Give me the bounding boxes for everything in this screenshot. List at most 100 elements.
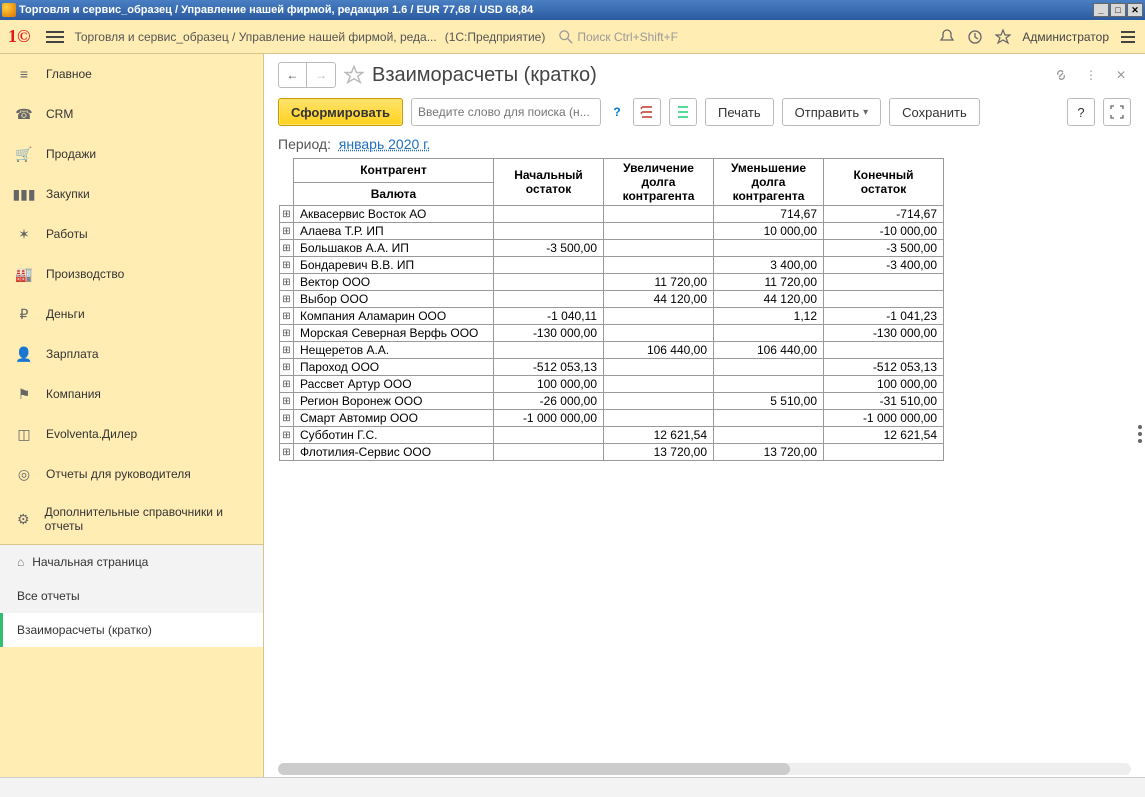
cell-start: -1 000 000,00 xyxy=(494,410,604,427)
help-button[interactable]: ? xyxy=(1067,98,1095,126)
nav-label: Главное xyxy=(46,67,92,81)
expand-icon[interactable]: ⊞ xyxy=(280,342,294,359)
search-placeholder: Поиск Ctrl+Shift+F xyxy=(577,30,678,44)
fullscreen-button[interactable] xyxy=(1103,98,1131,126)
nav-icon: 🏭 xyxy=(14,264,34,284)
sidebar-item[interactable]: ₽Деньги xyxy=(0,294,263,334)
cell-name: Алаева Т.Р. ИП xyxy=(294,223,494,240)
forward-button[interactable]: → xyxy=(307,63,335,87)
close-tab-icon[interactable]: ✕ xyxy=(1111,65,1131,85)
help-icon[interactable]: ? xyxy=(609,105,625,119)
table-row[interactable]: ⊞ Алаева Т.Р. ИП 10 000,00 -10 000,00 xyxy=(280,223,944,240)
expand-icon[interactable]: ⊞ xyxy=(280,291,294,308)
sidebar-item[interactable]: 🛒Продажи xyxy=(0,134,263,174)
back-button[interactable]: ← xyxy=(279,63,307,87)
expand-icon[interactable]: ⊞ xyxy=(280,308,294,325)
table-row[interactable]: ⊞ Пароход ООО -512 053,13 -512 053,13 xyxy=(280,359,944,376)
breadcrumb[interactable]: Торговля и сервис_образец / Управление н… xyxy=(74,30,436,44)
nav-icon: ▮▮▮ xyxy=(14,184,34,204)
sidebar-item[interactable]: ◎Отчеты для руководителя xyxy=(0,454,263,494)
sidebar-item[interactable]: 🏭Производство xyxy=(0,254,263,294)
home-icon: ⌂ xyxy=(17,555,24,569)
expand-icon[interactable]: ⊞ xyxy=(280,376,294,393)
nav-buttons: ← → xyxy=(278,62,336,88)
close-button[interactable]: ✕ xyxy=(1127,3,1143,17)
table-row[interactable]: ⊞ Нещеретов А.А. 106 440,00 106 440,00 xyxy=(280,342,944,359)
bell-icon[interactable] xyxy=(938,28,956,46)
table-row[interactable]: ⊞ Аквасервис Восток АО 714,67 -714,67 xyxy=(280,206,944,223)
cell-inc xyxy=(604,257,714,274)
sidebar-item[interactable]: 👤Зарплата xyxy=(0,334,263,374)
link-icon[interactable] xyxy=(1051,65,1071,85)
cell-dec: 11 720,00 xyxy=(714,274,824,291)
expand-icon[interactable]: ⊞ xyxy=(280,427,294,444)
table-row[interactable]: ⊞ Флотилия-Сервис ООО 13 720,00 13 720,0… xyxy=(280,444,944,461)
collapse-rows-button[interactable] xyxy=(669,98,697,126)
period-value-link[interactable]: январь 2020 г. xyxy=(339,136,431,152)
maximize-button[interactable]: □ xyxy=(1110,3,1126,17)
minimize-button[interactable]: _ xyxy=(1093,3,1109,17)
cell-name: Выбор ООО xyxy=(294,291,494,308)
expand-icon[interactable]: ⊞ xyxy=(280,393,294,410)
send-button[interactable]: Отправить xyxy=(782,98,882,126)
table-row[interactable]: ⊞ Выбор ООО 44 120,00 44 120,00 xyxy=(280,291,944,308)
expand-icon[interactable]: ⊞ xyxy=(280,325,294,342)
expand-icon[interactable]: ⊞ xyxy=(280,359,294,376)
table-row[interactable]: ⊞ Компания Аламарин ООО -1 040,11 1,12 -… xyxy=(280,308,944,325)
global-search[interactable]: Поиск Ctrl+Shift+F xyxy=(559,30,678,44)
more-icon[interactable]: ⋮ xyxy=(1081,65,1101,85)
expand-icon[interactable]: ⊞ xyxy=(280,444,294,461)
table-row[interactable]: ⊞ Регион Воронеж ООО -26 000,00 5 510,00… xyxy=(280,393,944,410)
history-icon[interactable] xyxy=(966,28,984,46)
generate-button[interactable]: Сформировать xyxy=(278,98,403,126)
col-dec: Уменьшение долга контрагента xyxy=(714,159,824,206)
sidebar-item[interactable]: ⚙Дополнительные справочники и отчеты xyxy=(0,494,263,544)
save-button[interactable]: Сохранить xyxy=(889,98,980,126)
horizontal-scrollbar[interactable] xyxy=(278,763,1131,775)
table-row[interactable]: ⊞ Большаков А.А. ИП -3 500,00 -3 500,00 xyxy=(280,240,944,257)
sub-item-all-reports[interactable]: Все отчеты xyxy=(0,579,263,613)
expand-icon[interactable]: ⊞ xyxy=(280,240,294,257)
table-row[interactable]: ⊞ Морская Северная Верфь ООО -130 000,00… xyxy=(280,325,944,342)
print-button[interactable]: Печать xyxy=(705,98,774,126)
col-currency: Валюта xyxy=(294,182,494,206)
cell-end: -3 400,00 xyxy=(824,257,944,274)
nav-icon: 👤 xyxy=(14,344,34,364)
sub-item-home[interactable]: ⌂ Начальная страница xyxy=(0,545,263,579)
sidebar-item[interactable]: ≡Главное xyxy=(0,54,263,94)
side-panel-handle[interactable] xyxy=(1135,416,1145,452)
cell-end xyxy=(824,444,944,461)
sidebar-item[interactable]: ☎CRM xyxy=(0,94,263,134)
expand-icon[interactable]: ⊞ xyxy=(280,410,294,427)
cell-inc: 12 621,54 xyxy=(604,427,714,444)
sidebar-item[interactable]: ◫Evolventa.Дилер xyxy=(0,414,263,454)
table-row[interactable]: ⊞ Вектор ООО 11 720,00 11 720,00 xyxy=(280,274,944,291)
sidebar-item[interactable]: ▮▮▮Закупки xyxy=(0,174,263,214)
window-titlebar: Торговля и сервис_образец / Управление н… xyxy=(0,0,1145,20)
expand-icon[interactable]: ⊞ xyxy=(280,257,294,274)
table-row[interactable]: ⊞ Рассвет Артур ООО 100 000,00 100 000,0… xyxy=(280,376,944,393)
cell-name: Большаков А.А. ИП xyxy=(294,240,494,257)
nav-icon: ⚑ xyxy=(14,384,34,404)
app-menu-icon[interactable] xyxy=(1119,28,1137,46)
report-search-input[interactable] xyxy=(411,98,601,126)
table-row[interactable]: ⊞ Субботин Г.С. 12 621,54 12 621,54 xyxy=(280,427,944,444)
expand-icon[interactable]: ⊞ xyxy=(280,206,294,223)
cell-end xyxy=(824,342,944,359)
expand-icon[interactable]: ⊞ xyxy=(280,223,294,240)
sidebar-item[interactable]: ✶Работы xyxy=(0,214,263,254)
sidebar-item[interactable]: ⚑Компания xyxy=(0,374,263,414)
table-row[interactable]: ⊞ Бондаревич В.В. ИП 3 400,00 -3 400,00 xyxy=(280,257,944,274)
expand-icon[interactable]: ⊞ xyxy=(280,274,294,291)
status-bar xyxy=(0,777,1145,797)
user-label[interactable]: Администратор xyxy=(1022,30,1109,44)
favorite-icon[interactable] xyxy=(344,65,364,85)
window-title: Торговля и сервис_образец / Управление н… xyxy=(19,4,1093,16)
cell-inc xyxy=(604,376,714,393)
star-icon[interactable] xyxy=(994,28,1012,46)
menu-icon[interactable] xyxy=(46,28,64,46)
expand-rows-button[interactable] xyxy=(633,98,661,126)
table-row[interactable]: ⊞ Смарт Автомир ООО -1 000 000,00 -1 000… xyxy=(280,410,944,427)
cell-start xyxy=(494,274,604,291)
sub-item-settlements[interactable]: Взаиморасчеты (кратко) xyxy=(0,613,263,647)
